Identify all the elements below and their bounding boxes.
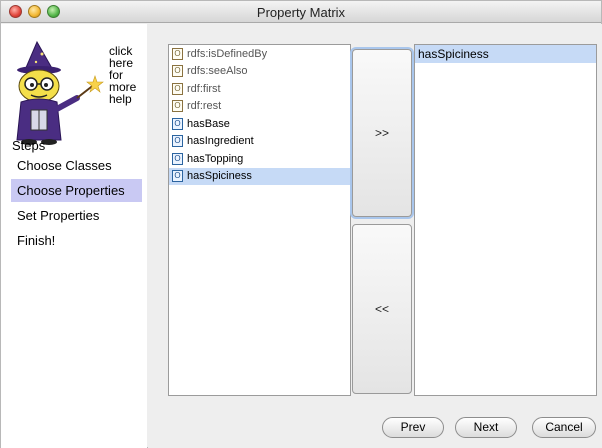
step-set-properties[interactable]: Set Properties (11, 204, 142, 227)
add-property-button[interactable]: >> (352, 49, 412, 217)
object-property-icon: O (172, 170, 183, 183)
prev-button[interactable]: Prev (382, 417, 444, 438)
chosen-properties-list[interactable]: hasSpiciness (414, 44, 597, 396)
property-label: hasTopping (187, 152, 244, 165)
property-label: hasBase (187, 117, 230, 130)
property-label: rdf:rest (187, 100, 222, 113)
object-property-icon: O (172, 152, 183, 165)
property-label: hasIngredient (187, 135, 254, 148)
annotation-property-icon: O (172, 100, 183, 113)
property-item-is-defined-by[interactable]: O rdfs:isDefinedBy (169, 45, 350, 63)
object-property-icon: O (172, 135, 183, 148)
remove-property-button[interactable]: << (352, 224, 412, 394)
property-matrix-window: Property Matrix click here for more help… (0, 0, 602, 448)
next-button[interactable]: Next (455, 417, 517, 438)
window-title: Property Matrix (256, 5, 346, 20)
property-item-rdf-first[interactable]: O rdf:first (169, 80, 350, 98)
property-label: rdf:first (187, 82, 221, 95)
annotation-property-icon: O (172, 47, 183, 60)
property-item-rdf-rest[interactable]: O rdf:rest (169, 98, 350, 116)
property-item-has-ingredient[interactable]: O hasIngredient (169, 133, 350, 151)
wizard-mascot-icon[interactable] (7, 40, 107, 148)
property-item-see-also[interactable]: O rdfs:seeAlso (169, 63, 350, 81)
property-item-has-base[interactable]: O hasBase (169, 115, 350, 133)
step-finish[interactable]: Finish! (11, 229, 142, 252)
available-properties-list[interactable]: O rdfs:isDefinedBy O rdfs:seeAlso O rdf:… (168, 44, 351, 396)
object-property-icon: O (172, 117, 183, 130)
property-item-has-spiciness[interactable]: O hasSpiciness (169, 167, 350, 185)
help-link[interactable]: click here for more help (109, 45, 136, 105)
cancel-button[interactable]: Cancel (532, 417, 596, 438)
annotation-property-icon: O (172, 82, 183, 95)
property-label: rdfs:isDefinedBy (187, 47, 268, 60)
annotation-property-icon: O (172, 65, 183, 78)
wizard-content: O rdfs:isDefinedBy O rdfs:seeAlso O rdf:… (148, 24, 602, 448)
chosen-property-item[interactable]: hasSpiciness (415, 45, 596, 63)
property-label: hasSpiciness (187, 170, 252, 183)
step-choose-classes[interactable]: Choose Classes (11, 154, 142, 177)
step-choose-properties[interactable]: Choose Properties (11, 179, 142, 202)
steps-heading: Steps (12, 138, 46, 153)
wizard-sidebar: click here for more help Steps Choose Cl… (1, 24, 147, 448)
title-bar: Property Matrix (1, 1, 601, 23)
property-item-has-topping[interactable]: O hasTopping (169, 150, 350, 168)
property-label: rdfs:seeAlso (187, 65, 248, 78)
